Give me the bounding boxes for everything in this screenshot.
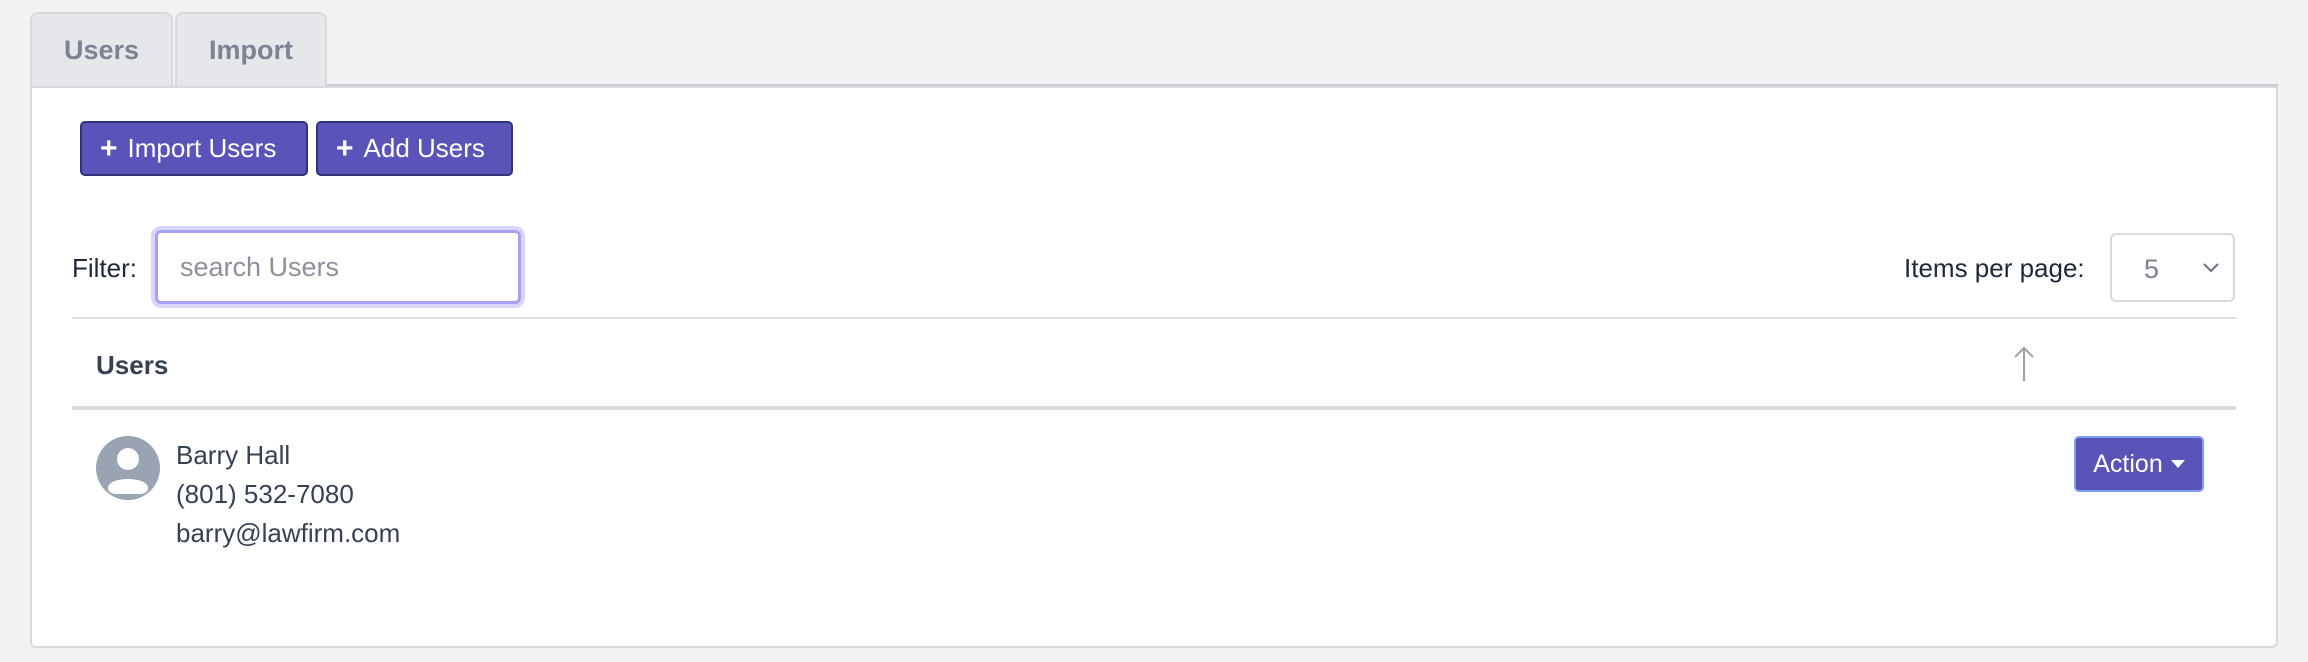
filter-label: Filter: <box>72 253 137 283</box>
search-input[interactable] <box>155 230 521 304</box>
import-users-button[interactable]: + Import Users <box>80 121 308 176</box>
arrow-up-icon[interactable] <box>2010 345 2038 383</box>
items-per-page-select[interactable]: 5 <box>2110 233 2235 302</box>
plus-icon: + <box>100 131 118 165</box>
user-avatar-icon <box>96 436 160 500</box>
import-users-label: Import Users <box>127 133 277 163</box>
plus-icon: + <box>336 131 354 165</box>
table-header-divider <box>72 406 2236 410</box>
action-label: Action <box>2093 449 2163 478</box>
user-email: barry@lawfirm.com <box>176 518 401 548</box>
items-per-page-label: Items per page: <box>1904 253 2085 283</box>
chevron-down-icon <box>2203 263 2219 273</box>
add-users-label: Add Users <box>363 133 485 163</box>
tab-divider <box>327 84 2278 86</box>
tab-users[interactable]: Users <box>30 12 173 86</box>
table-top-divider <box>72 317 2236 319</box>
caret-down-icon <box>2170 460 2185 468</box>
action-dropdown-button[interactable]: Action <box>2074 436 2204 492</box>
users-column-header[interactable]: Users <box>96 350 168 381</box>
add-users-button[interactable]: + Add Users <box>316 121 513 176</box>
tab-import[interactable]: Import <box>175 12 327 86</box>
user-phone: (801) 532-7080 <box>176 479 354 509</box>
items-per-page-value: 5 <box>2144 254 2160 284</box>
user-name: Barry Hall <box>176 440 291 470</box>
